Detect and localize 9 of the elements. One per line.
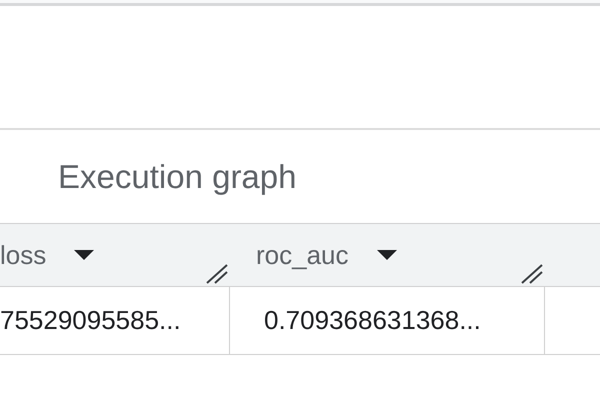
column-header[interactable]: loss <box>0 236 46 274</box>
section-title: Execution graph <box>58 156 296 197</box>
resize-handle-icon[interactable] <box>206 264 228 284</box>
column-header[interactable]: roc_auc <box>256 236 348 274</box>
table-cell-text: 75529095585... <box>0 304 181 337</box>
table-cell-text: 0.709368631368... <box>264 304 481 337</box>
resize-handle-icon[interactable] <box>521 264 543 284</box>
dropdown-caret-icon[interactable] <box>74 250 94 260</box>
dropdown-caret-icon[interactable] <box>376 250 396 260</box>
